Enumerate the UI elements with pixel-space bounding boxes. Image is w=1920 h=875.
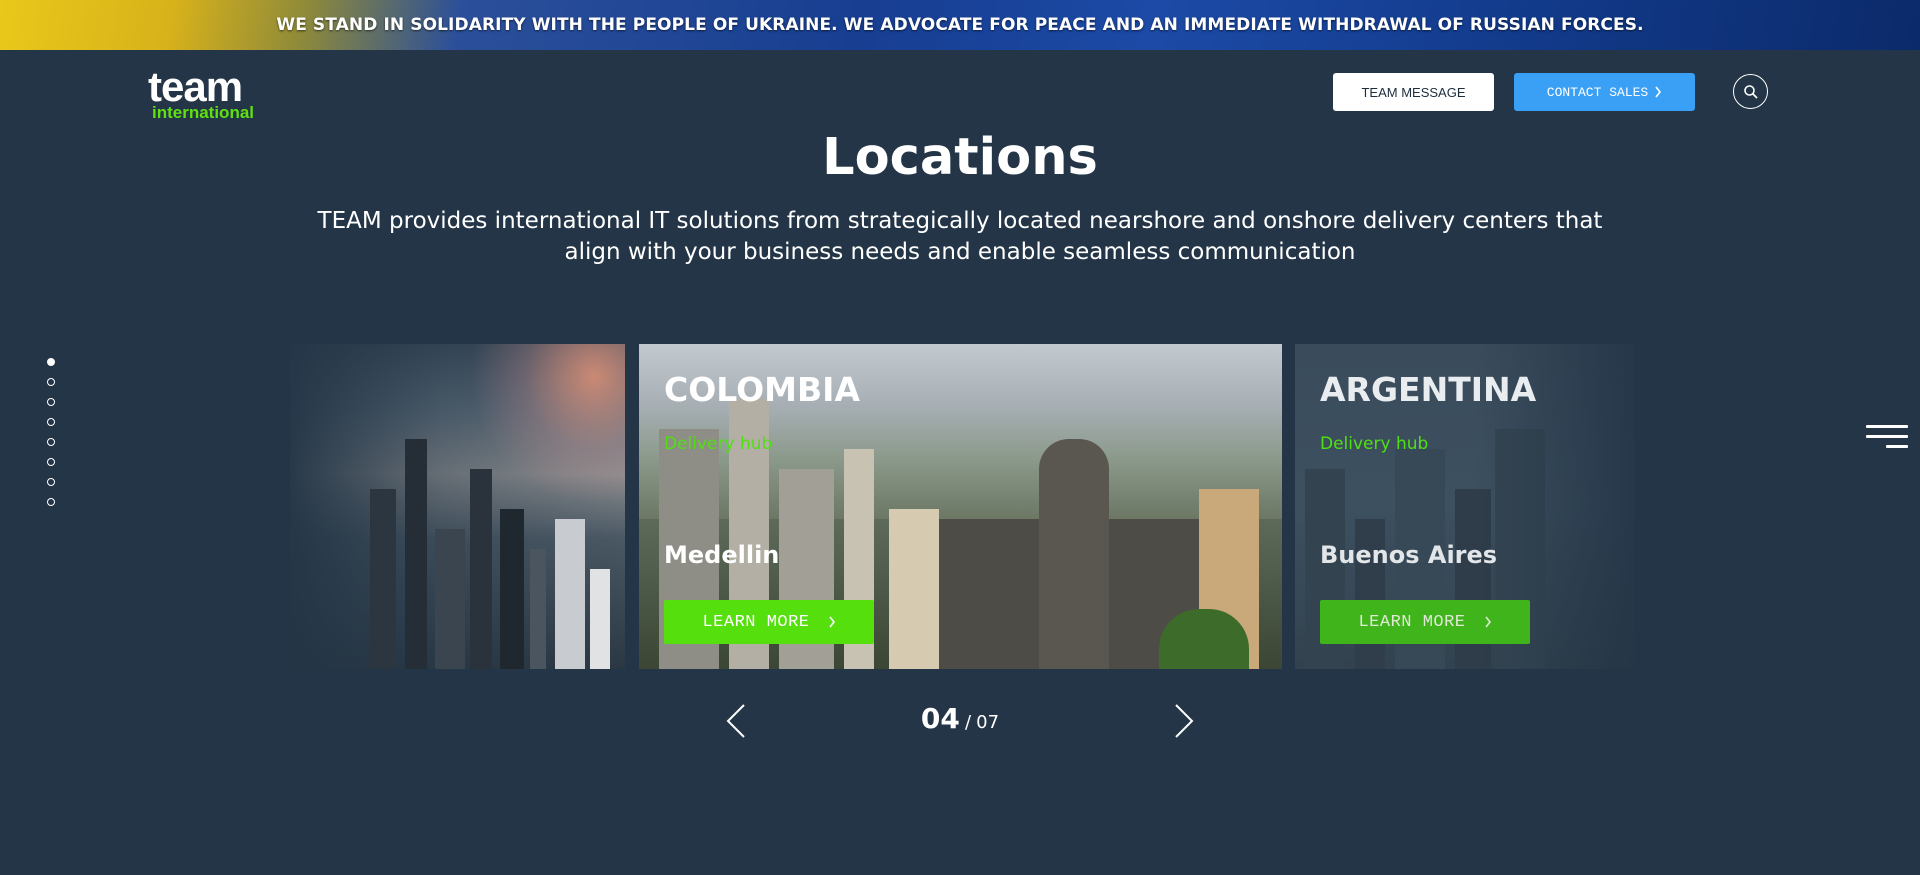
carousel-slide-previous[interactable] — [290, 344, 625, 669]
banner-text: WE STAND IN SOLIDARITY WITH THE PEOPLE O… — [276, 15, 1644, 35]
page-subtitle: TEAM provides international IT solutions… — [317, 208, 1603, 265]
country-name: COLOMBIA — [664, 370, 860, 409]
team-international-logo[interactable]: team international — [148, 63, 255, 122]
current-slide-number: 04 — [920, 702, 960, 735]
section-dot[interactable] — [47, 458, 55, 466]
section-dot[interactable] — [47, 358, 55, 366]
slide-counter: 04 / 07 — [900, 702, 1020, 735]
total-slide-number: 07 — [976, 712, 1000, 733]
learn-more-label: LEARN MORE — [1358, 612, 1466, 632]
team-message-button[interactable]: TEAM MESSAGE — [1333, 73, 1494, 111]
hub-type: Delivery hub — [1320, 434, 1429, 454]
search-button[interactable] — [1733, 74, 1768, 109]
ukraine-solidarity-banner: WE STAND IN SOLIDARITY WITH THE PEOPLE O… — [0, 0, 1920, 50]
country-name: ARGENTINA — [1320, 370, 1537, 409]
slide-content: COLOMBIA Delivery hub Medellin LEARN MOR… — [664, 344, 1282, 669]
team-message-label: TEAM MESSAGE — [1361, 84, 1466, 100]
city-name: Buenos Aires — [1320, 541, 1498, 569]
section-dot[interactable] — [47, 418, 55, 426]
hamburger-menu-icon[interactable] — [1864, 423, 1908, 453]
contact-sales-label: CONTACT SALES — [1546, 84, 1649, 100]
section-dot[interactable] — [47, 378, 55, 386]
section-dot-navigation — [47, 358, 57, 518]
sunset-glow — [470, 344, 625, 504]
section-dot[interactable] — [47, 498, 55, 506]
learn-more-button[interactable]: LEARN MORE — [664, 600, 874, 644]
section-dot[interactable] — [47, 478, 55, 486]
carousel-slide-active[interactable]: COLOMBIA Delivery hub Medellin LEARN MOR… — [639, 344, 1282, 669]
carousel-slide-next[interactable]: ARGENTINA Delivery hub Buenos Aires LEAR… — [1295, 344, 1635, 669]
logo-subtext: international — [152, 103, 255, 122]
chevron-right-icon — [1484, 616, 1491, 628]
hub-type: Delivery hub — [664, 434, 773, 454]
learn-more-button[interactable]: LEARN MORE — [1320, 600, 1530, 644]
page-title: Locations — [822, 128, 1098, 187]
city-name: Medellin — [664, 541, 780, 569]
slide-content: ARGENTINA Delivery hub Buenos Aires LEAR… — [1320, 344, 1635, 669]
chevron-right-icon — [828, 616, 835, 628]
counter-separator: / — [964, 712, 972, 733]
chevron-left-icon[interactable] — [725, 703, 747, 739]
logo-wordmark: team — [148, 63, 243, 110]
section-dot[interactable] — [47, 398, 55, 406]
contact-sales-button[interactable]: CONTACT SALES — [1514, 73, 1695, 111]
learn-more-label: LEARN MORE — [702, 612, 810, 632]
search-icon — [1743, 84, 1758, 99]
section-dot[interactable] — [47, 438, 55, 446]
chevron-right-icon — [1655, 86, 1662, 98]
chevron-right-icon[interactable] — [1173, 703, 1195, 739]
